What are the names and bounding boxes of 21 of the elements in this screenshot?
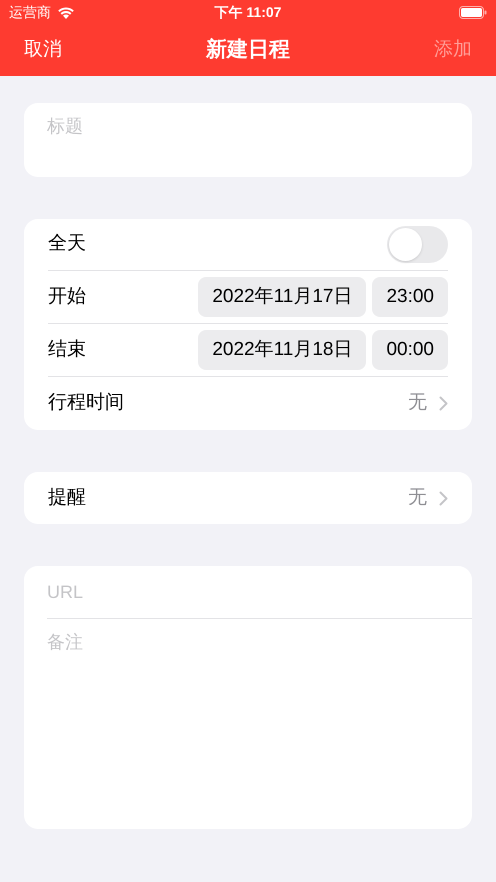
row-label: 结束	[48, 338, 87, 362]
chevron-right-icon	[439, 490, 448, 506]
time-button[interactable]: 23:00	[372, 277, 448, 317]
notes-field[interactable]: 备注	[24, 619, 472, 829]
battery-icon	[459, 6, 487, 18]
title-field[interactable]: 标题	[24, 103, 472, 177]
date-button[interactable]: 2022年11月17日	[198, 277, 366, 317]
chevron-right-icon	[439, 396, 448, 411]
wifi-icon	[57, 6, 75, 18]
row-label: 开始	[48, 284, 87, 309]
all-day-switch[interactable]	[387, 226, 448, 263]
clock-text: 下午 11:07	[214, 2, 282, 22]
date-button[interactable]: 2022年11月18日	[198, 330, 366, 370]
row-label: 全天	[48, 232, 87, 256]
carrier-text: 运营商	[9, 2, 51, 22]
page-title: 新建日程	[206, 36, 290, 64]
alert-row[interactable]: 提醒 无	[24, 472, 472, 524]
cancel-button[interactable]: 取消	[24, 36, 62, 64]
url-field[interactable]: URL	[24, 566, 472, 618]
travel-time-row[interactable]: 行程时间 无	[48, 377, 448, 430]
time-button[interactable]: 00:00	[372, 330, 448, 370]
